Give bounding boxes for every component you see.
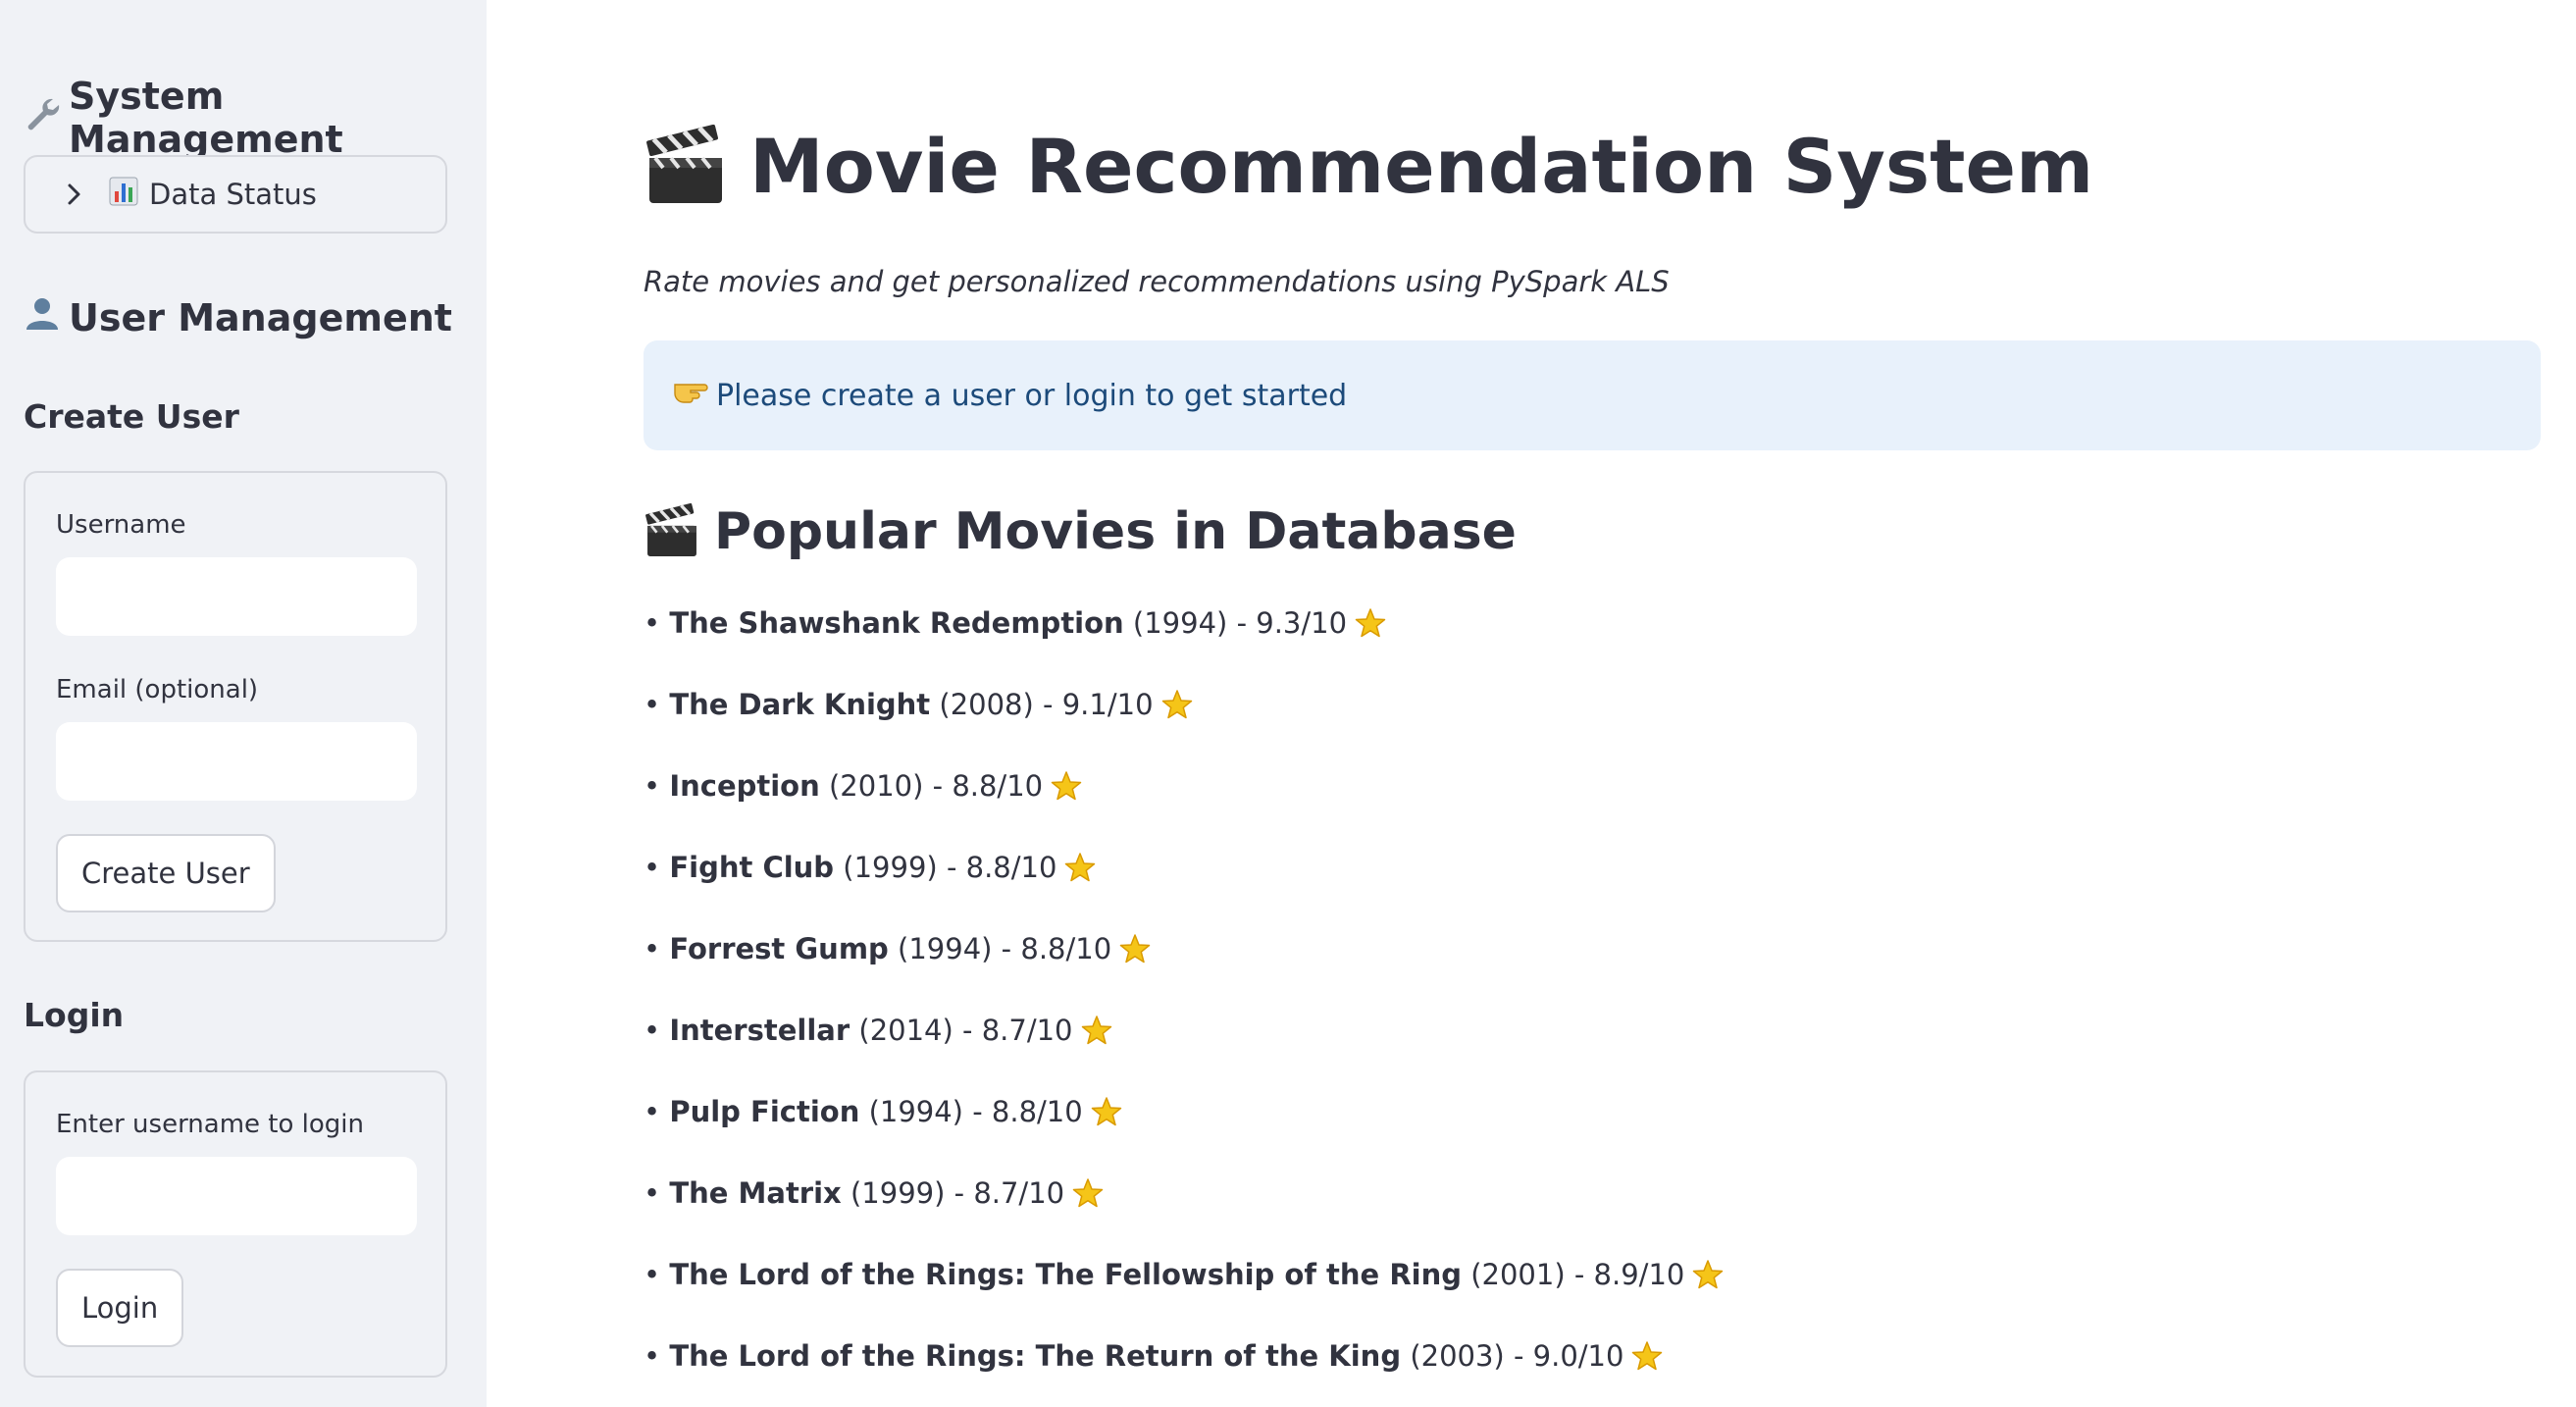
movie-details: (2008) - 9.1/10 xyxy=(939,688,1154,721)
info-alert: Please create a user or login to get sta… xyxy=(644,340,2541,450)
page-subtitle: Rate movies and get personalized recomme… xyxy=(644,265,1670,298)
star-icon xyxy=(1051,770,1082,802)
movie-details: (1994) - 8.8/10 xyxy=(868,1095,1083,1128)
movie-details: (1999) - 8.7/10 xyxy=(850,1176,1065,1210)
info-text: Please create a user or login to get sta… xyxy=(716,378,1348,413)
login-username-input[interactable] xyxy=(56,1157,417,1235)
clapperboard-icon xyxy=(644,503,700,560)
star-icon xyxy=(1072,1177,1104,1209)
star-icon xyxy=(1064,852,1096,883)
movie-details: (2001) - 8.9/10 xyxy=(1470,1258,1685,1291)
user-management-heading: User Management xyxy=(24,294,452,340)
star-icon xyxy=(1091,1096,1122,1127)
movie-title: Fight Club xyxy=(669,851,835,884)
bar-chart-icon xyxy=(108,176,139,214)
pointing-hand-icon xyxy=(673,377,708,414)
movie-title: The Lord of the Rings: The Return of the… xyxy=(669,1339,1402,1373)
movie-item: • The Lord of the Rings: The Return of t… xyxy=(644,1339,1663,1373)
main-content: Movie Recommendation System Rate movies … xyxy=(487,0,2576,1407)
movie-item: • The Shawshank Redemption (1994) - 9.3/… xyxy=(644,606,1386,640)
movie-item: • Pulp Fiction (1994) - 8.8/10 xyxy=(644,1095,1122,1128)
popular-movies-title: Popular Movies in Database xyxy=(714,502,1517,561)
movie-details: (1994) - 8.8/10 xyxy=(898,932,1112,965)
movie-title: Pulp Fiction xyxy=(669,1095,860,1128)
movie-item: • The Matrix (1999) - 8.7/10 xyxy=(644,1176,1104,1210)
movie-details: (1994) - 9.3/10 xyxy=(1132,606,1348,640)
create-user-form: Username Email (optional) Create User xyxy=(24,471,447,942)
data-status-expander[interactable]: Data Status xyxy=(24,155,447,234)
movie-title: The Shawshank Redemption xyxy=(669,606,1124,640)
login-form: Enter username to login Login xyxy=(24,1070,447,1378)
movie-item: • Inception (2010) - 8.8/10 xyxy=(644,769,1082,803)
movie-item: • The Lord of the Rings: The Fellowship … xyxy=(644,1258,1724,1291)
star-icon xyxy=(1355,607,1386,639)
login-button[interactable]: Login xyxy=(56,1269,184,1347)
movie-item: • Fight Club (1999) - 8.8/10 xyxy=(644,851,1096,884)
sidebar: System Management Data Status User Manag… xyxy=(0,0,487,1407)
movie-item: • The Dark Knight (2008) - 9.1/10 xyxy=(644,688,1193,721)
system-management-title: System Management xyxy=(69,75,343,161)
movie-details: (2003) - 9.0/10 xyxy=(1410,1339,1624,1373)
page-title: Movie Recommendation System xyxy=(644,123,2093,210)
star-icon xyxy=(1081,1015,1112,1046)
username-input[interactable] xyxy=(56,557,417,636)
create-user-button[interactable]: Create User xyxy=(56,834,276,912)
login-username-label: Enter username to login xyxy=(56,1110,365,1139)
star-icon xyxy=(1119,933,1151,964)
chevron-right-icon xyxy=(59,179,90,210)
email-input[interactable] xyxy=(56,722,417,801)
clapperboard-icon xyxy=(644,124,728,209)
movie-item: • Interstellar (2014) - 8.7/10 xyxy=(644,1014,1112,1047)
movie-title: The Lord of the Rings: The Fellowship of… xyxy=(669,1258,1462,1291)
movie-title: The Matrix xyxy=(669,1176,842,1210)
create-user-heading: Create User xyxy=(24,397,239,436)
movie-title: Interstellar xyxy=(669,1014,850,1047)
wrench-icon xyxy=(24,95,61,141)
movie-item: • Forrest Gump (1994) - 8.8/10 xyxy=(644,932,1151,965)
system-management-heading: System Management xyxy=(24,75,487,161)
user-management-title: User Management xyxy=(69,295,452,339)
login-heading: Login xyxy=(24,996,125,1034)
page-title-text: Movie Recommendation System xyxy=(749,123,2094,210)
movie-details: (1999) - 8.8/10 xyxy=(843,851,1057,884)
movie-details: (2010) - 8.8/10 xyxy=(828,769,1044,803)
star-icon xyxy=(1692,1259,1724,1290)
user-silhouette-icon xyxy=(24,294,61,340)
movie-details: (2014) - 8.7/10 xyxy=(858,1014,1073,1047)
movie-title: Forrest Gump xyxy=(669,932,889,965)
email-label: Email (optional) xyxy=(56,675,259,704)
movie-title: Inception xyxy=(669,769,820,803)
movie-title: The Dark Knight xyxy=(669,688,931,721)
star-icon xyxy=(1631,1340,1663,1372)
data-status-label: Data Status xyxy=(149,178,317,211)
popular-movies-heading: Popular Movies in Database xyxy=(644,502,1517,561)
username-label: Username xyxy=(56,510,186,540)
star-icon xyxy=(1161,689,1193,720)
